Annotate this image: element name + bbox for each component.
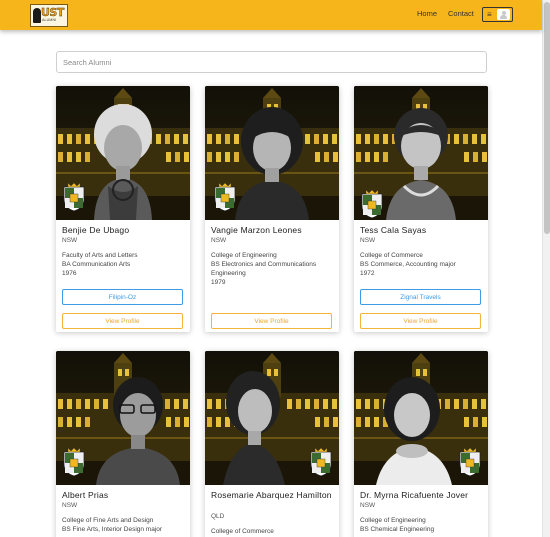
top-navbar: UST ALUMNI Home Contact ≡ (0, 0, 542, 30)
alumni-card: Benjie De Ubago NSW Faculty of Arts and … (56, 86, 190, 332)
company-button[interactable]: Filipin-Oz (62, 289, 183, 305)
user-avatar-icon (497, 9, 510, 20)
ust-crest-icon (459, 448, 481, 476)
alumni-card: Albert Prias NSW College of Fine Arts an… (56, 351, 190, 537)
alumni-photo (205, 351, 339, 485)
alumni-degree: BS Fine Arts, Interior Design major (62, 526, 163, 533)
ust-crest-icon (214, 183, 236, 211)
alumni-card: Dr. Myrna Ricafuente Jover NSW College o… (354, 351, 488, 537)
hamburger-icon: ≡ (487, 10, 492, 19)
alumni-year: 1972 (360, 270, 375, 277)
alumni-name: Dr. Myrna Ricafuente Jover (360, 490, 469, 500)
ust-crest-icon (310, 448, 332, 476)
alumni-name: Rosemarie Abarquez Hamilton (211, 490, 332, 500)
alumni-degree: BS Commerce, Accounting major (360, 261, 456, 268)
alumni-faculty: College of Engineering (360, 517, 426, 524)
view-profile-button[interactable]: View Profile (62, 313, 183, 329)
alumni-photo (205, 86, 339, 220)
alumni-photo (56, 86, 190, 220)
scrollbar-thumb[interactable] (544, 2, 550, 234)
menu-toggle-button[interactable]: ≡ (482, 7, 513, 22)
alumni-faculty: College of Commerce (360, 252, 423, 259)
alumni-card: Rosemarie Abarquez Hamilton QLD College … (205, 351, 339, 537)
ust-alumni-logo[interactable]: UST ALUMNI (30, 4, 68, 27)
nav-home-link[interactable]: Home (417, 9, 437, 18)
alumni-state: NSW (62, 502, 78, 509)
alumni-degree: BS Electronics and Communications Engine… (211, 261, 317, 277)
search-alumni-input[interactable] (56, 51, 487, 73)
ust-crest-icon (63, 448, 85, 476)
alumni-degree: BS Chemical Engineering (360, 526, 435, 533)
alumni-state: NSW (360, 237, 376, 244)
ust-crest-icon (361, 190, 383, 218)
tiger-logo-icon (33, 8, 41, 23)
alumni-year: 1979 (211, 279, 226, 286)
alumni-state: NSW (360, 502, 376, 509)
alumni-card: Vangie Marzon Leones NSW College of Engi… (205, 86, 339, 332)
alumni-faculty: Faculty of Arts and Letters (62, 252, 138, 259)
alumni-photo (56, 351, 190, 485)
alumni-name: Benjie De Ubago (62, 225, 130, 235)
alumni-card: Tess Cala Sayas NSW College of Commerce … (354, 86, 488, 332)
alumni-photo (354, 86, 488, 220)
alumni-name: Vangie Marzon Leones (211, 225, 302, 235)
view-profile-button[interactable]: View Profile (211, 313, 332, 329)
company-button[interactable]: Zignal Travels (360, 289, 481, 305)
alumni-year: 1976 (62, 270, 77, 277)
alumni-faculty: College of Fine Arts and Design (62, 517, 154, 524)
alumni-state: NSW (62, 237, 78, 244)
alumni-degree: BA Communication Arts (62, 261, 131, 268)
alumni-name: Albert Prias (62, 490, 109, 500)
ust-crest-icon (63, 183, 85, 211)
alumni-faculty: College of Engineering (211, 252, 277, 259)
alumni-state: QLD (211, 513, 225, 520)
logo-subtext: ALUMNI (42, 18, 57, 22)
alumni-photo (354, 351, 488, 485)
alumni-name: Tess Cala Sayas (360, 225, 427, 235)
nav-contact-link[interactable]: Contact (448, 9, 474, 18)
alumni-faculty: College of Commerce (211, 528, 274, 535)
view-profile-button[interactable]: View Profile (360, 313, 481, 329)
alumni-state: NSW (211, 237, 227, 244)
page-scrollbar[interactable] (542, 0, 550, 537)
